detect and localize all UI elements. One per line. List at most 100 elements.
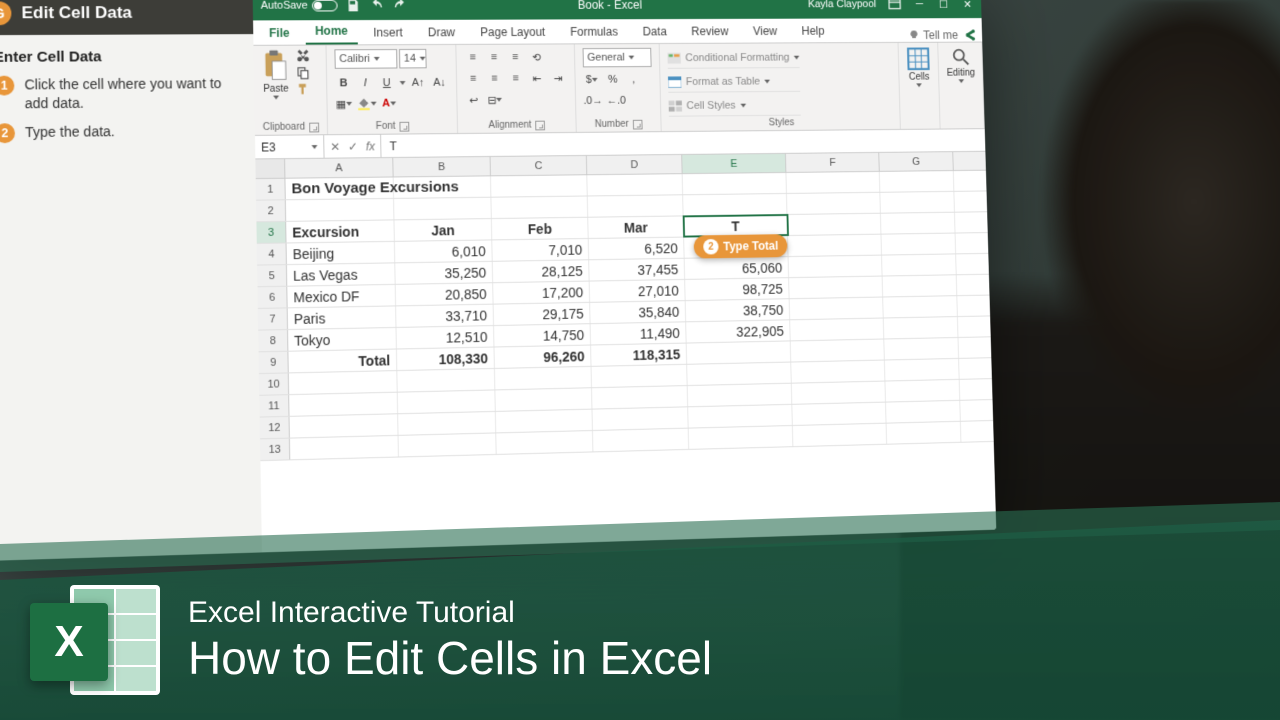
cell[interactable]: 98,725	[685, 278, 789, 300]
cell[interactable]: Las Vegas	[287, 263, 396, 285]
cell[interactable]: 35,840	[590, 301, 686, 323]
col-header[interactable]: G	[879, 152, 953, 171]
orientation-icon[interactable]: ⟲	[528, 48, 546, 65]
indent-decrease-icon[interactable]: ⇤	[528, 70, 546, 87]
cell[interactable]: Mexico DF	[287, 285, 396, 308]
tab-review[interactable]: Review	[682, 21, 739, 43]
name-box[interactable]: E3	[255, 135, 325, 158]
redo-icon[interactable]	[392, 0, 408, 13]
cell[interactable]: Paris	[288, 306, 397, 329]
cell[interactable]: Bon Voyage Excursions	[285, 177, 394, 199]
formula-input[interactable]: T	[382, 133, 986, 152]
conditional-formatting-button[interactable]: Conditional Formatting	[667, 47, 800, 69]
cell[interactable]: Excursion	[286, 220, 395, 242]
percent-button[interactable]: %	[604, 71, 622, 88]
increase-font-icon[interactable]: A↑	[409, 74, 427, 92]
format-as-table-button[interactable]: Format as Table	[668, 71, 801, 93]
align-left-icon[interactable]: ≡	[464, 70, 482, 88]
autosave-toggle[interactable]: AutoSave	[261, 0, 338, 12]
cell[interactable]: 12,510	[396, 326, 494, 348]
col-header[interactable]: A	[285, 158, 394, 178]
underline-button[interactable]: U	[378, 74, 396, 92]
cell[interactable]: Beijing	[287, 242, 396, 264]
comma-button[interactable]: ,	[625, 71, 643, 88]
tab-insert[interactable]: Insert	[363, 22, 412, 45]
row-header[interactable]: 1	[256, 179, 286, 200]
row-header[interactable]: 8	[258, 330, 288, 351]
number-format-select[interactable]: General	[582, 48, 651, 68]
close-button[interactable]: ✕	[961, 0, 974, 11]
cell[interactable]: 322,905	[686, 320, 791, 342]
cell[interactable]: 118,315	[591, 344, 687, 366]
dialog-launcher-icon[interactable]	[535, 120, 545, 130]
font-size-select[interactable]: 14	[399, 49, 427, 69]
row-header[interactable]: 12	[260, 417, 290, 439]
align-right-icon[interactable]: ≡	[507, 70, 525, 87]
tab-draw[interactable]: Draw	[418, 22, 465, 44]
col-header[interactable]: E	[682, 154, 786, 173]
decrease-font-icon[interactable]: A↓	[430, 74, 448, 92]
cell[interactable]: 37,455	[589, 259, 685, 281]
cell[interactable]: 35,250	[395, 262, 493, 284]
tab-page-layout[interactable]: Page Layout	[470, 21, 555, 43]
editing-button[interactable]: Editing	[946, 46, 975, 83]
bold-button[interactable]: B	[335, 75, 353, 93]
cell[interactable]: 38,750	[686, 299, 790, 321]
row-header[interactable]: 10	[259, 373, 289, 394]
dialog-launcher-icon[interactable]	[399, 121, 409, 131]
tab-home[interactable]: Home	[305, 20, 358, 45]
wrap-text-button[interactable]: ↩	[465, 91, 483, 109]
cell[interactable]: 28,125	[493, 260, 590, 282]
cell-styles-button[interactable]: Cell Styles	[668, 95, 801, 117]
col-header[interactable]: C	[491, 156, 588, 175]
row-header[interactable]: 11	[259, 395, 289, 416]
cell[interactable]: Total	[288, 349, 397, 372]
cell[interactable]: 6,520	[589, 238, 685, 260]
cell[interactable]: 6,010	[395, 240, 493, 262]
cell[interactable]: 29,175	[494, 303, 591, 325]
cell[interactable]: Mar	[588, 216, 684, 238]
tell-me-search[interactable]: Tell me	[908, 28, 958, 41]
indent-increase-icon[interactable]: ⇥	[549, 69, 567, 86]
toggle-off-icon[interactable]	[312, 0, 338, 11]
cell[interactable]: Feb	[492, 218, 589, 240]
decrease-decimal-icon[interactable]: ←.0	[606, 92, 626, 109]
row-header[interactable]: 6	[258, 287, 288, 308]
tab-help[interactable]: Help	[792, 20, 834, 42]
tab-view[interactable]: View	[743, 21, 787, 43]
row-header[interactable]: 7	[258, 308, 288, 329]
dialog-launcher-icon[interactable]	[632, 119, 642, 129]
cell[interactable]	[687, 341, 792, 363]
row-header[interactable]: 13	[260, 439, 290, 461]
row-header[interactable]: 4	[257, 243, 287, 264]
merge-center-button[interactable]: ⊟	[486, 91, 504, 109]
cell[interactable]: 11,490	[591, 322, 687, 344]
ribbon-display-icon[interactable]	[887, 0, 902, 12]
cells-button[interactable]: Cells	[906, 47, 931, 88]
cell[interactable]: 20,850	[396, 283, 494, 305]
tab-data[interactable]: Data	[633, 21, 677, 43]
col-header[interactable]: D	[587, 155, 683, 174]
cell[interactable]: 96,260	[494, 345, 591, 367]
cell[interactable]: 27,010	[590, 280, 686, 302]
row-header[interactable]: 9	[259, 352, 289, 373]
increase-decimal-icon[interactable]: .0→	[583, 92, 603, 109]
italic-button[interactable]: I	[356, 74, 374, 92]
cell[interactable]: 33,710	[396, 305, 494, 327]
tab-formulas[interactable]: Formulas	[560, 21, 627, 43]
font-color-button[interactable]: A	[380, 95, 398, 113]
cell[interactable]: Tokyo	[288, 328, 397, 351]
cell[interactable]: 65,060	[685, 257, 789, 279]
currency-button[interactable]: $	[583, 71, 601, 88]
borders-button[interactable]: ▦	[335, 95, 353, 113]
col-header[interactable]: B	[393, 157, 491, 177]
row-header[interactable]: 3	[256, 222, 286, 243]
paste-button[interactable]: Paste	[261, 50, 290, 100]
cell[interactable]: 14,750	[494, 324, 591, 346]
undo-icon[interactable]	[368, 0, 384, 13]
insert-function-icon[interactable]: fx	[366, 139, 375, 153]
spreadsheet-grid[interactable]: A B C D E F G 1 Bon Voyage Excursions 2	[255, 152, 996, 553]
cell[interactable]: Jan	[394, 219, 492, 241]
align-middle-icon[interactable]: ≡	[485, 49, 503, 66]
font-name-select[interactable]: Calibri	[334, 49, 397, 69]
